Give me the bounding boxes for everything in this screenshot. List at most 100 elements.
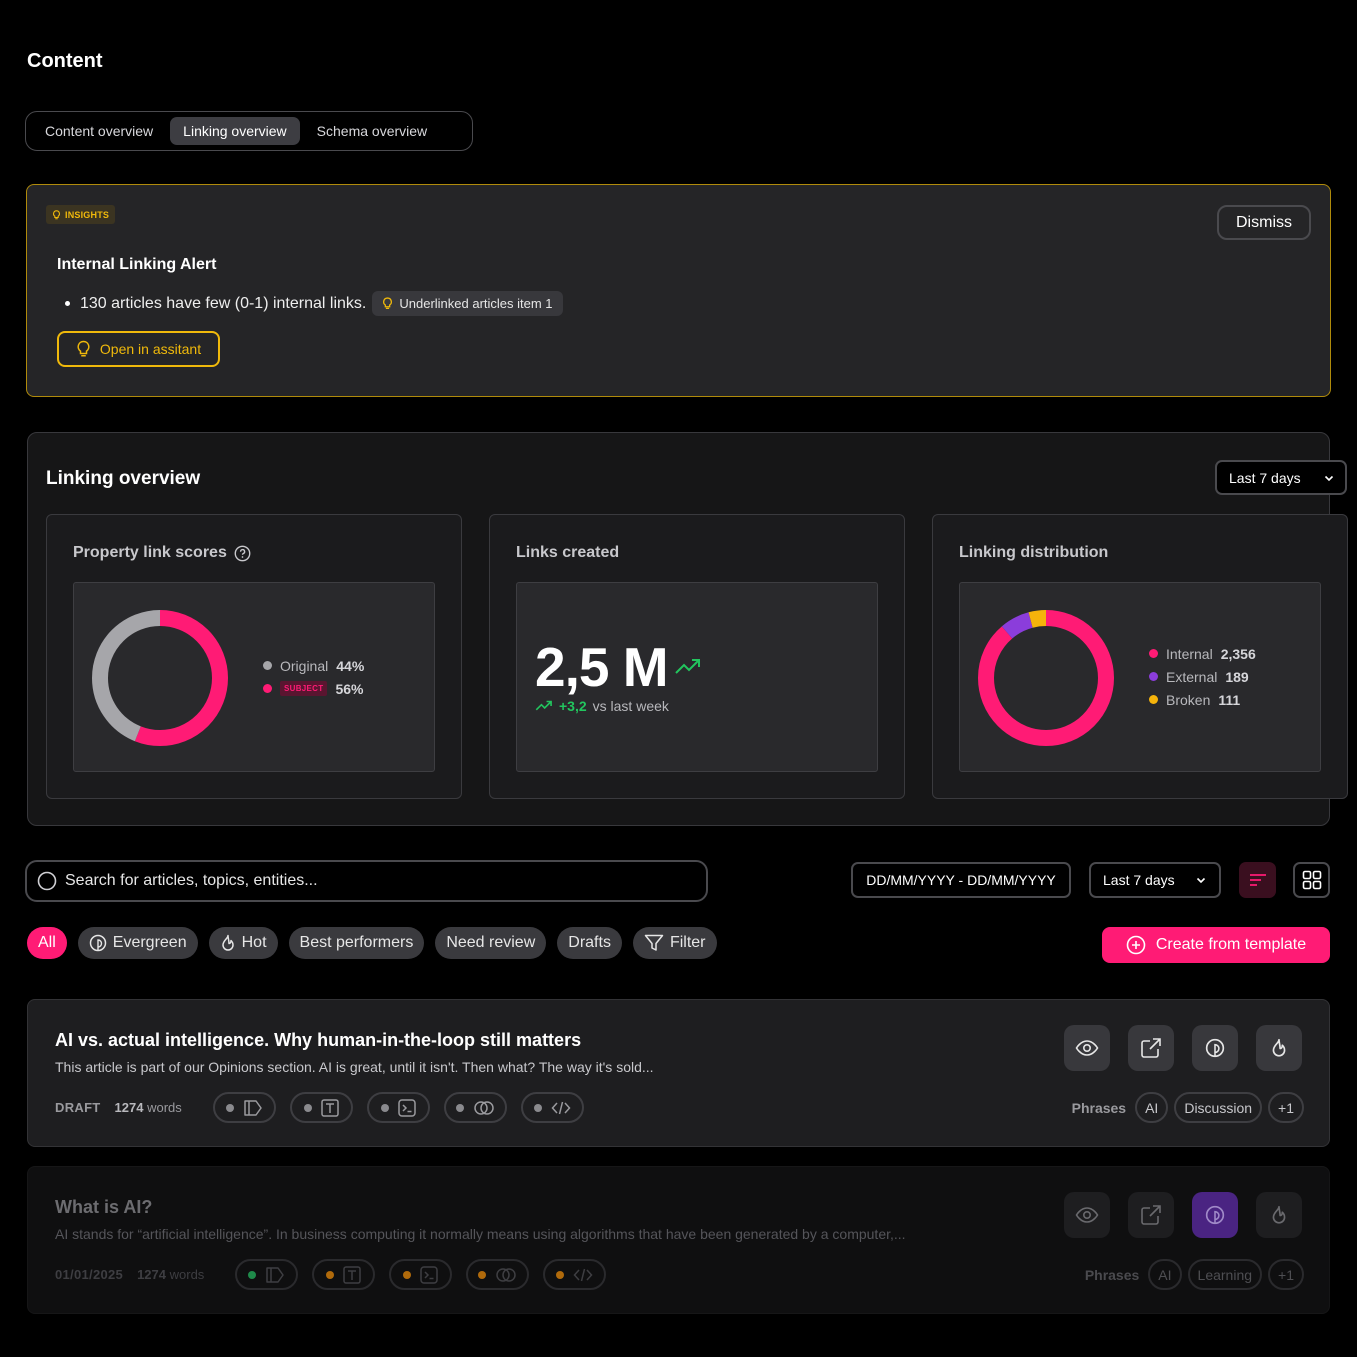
insight-alert: INSIGHTS Dismiss Internal Linking Alert … xyxy=(26,184,1331,397)
overview-range-value: Last 7 days xyxy=(1229,469,1301,486)
article-title[interactable]: AI vs. actual intelligence. Why human-in… xyxy=(55,1030,581,1051)
phrase-more-tag[interactable]: +1 xyxy=(1268,1259,1304,1290)
overview-range-select[interactable]: Last 7 days xyxy=(1215,460,1347,495)
word-count-label: words xyxy=(169,1267,205,1282)
date-range-picker[interactable]: DD/MM/YYYY - DD/MM/YYYY xyxy=(851,862,1071,898)
filter-hot[interactable]: Hot xyxy=(208,927,278,959)
dismiss-button[interactable]: Dismiss xyxy=(1217,205,1311,240)
grid-view-icon xyxy=(1302,870,1321,890)
search-icon xyxy=(37,871,57,891)
article-meta: DRAFT 1274 words xyxy=(55,1092,584,1123)
article-excerpt: AI stands for “artificial intelligence”.… xyxy=(55,1226,906,1242)
legend-dot xyxy=(263,684,272,693)
seo-check-pill[interactable] xyxy=(235,1259,299,1290)
status-dot xyxy=(248,1270,257,1279)
hot-toggle-button[interactable] xyxy=(1256,1025,1302,1071)
filter-best-performers[interactable]: Best performers xyxy=(288,927,425,959)
status-dot xyxy=(533,1103,542,1112)
tag-icon xyxy=(244,1099,262,1116)
filter-button[interactable]: Filter xyxy=(632,927,717,959)
links-created-delta: +3,2 vs last week xyxy=(535,698,669,714)
plus-circle-icon xyxy=(1126,935,1146,955)
lightbulb-icon xyxy=(383,297,393,310)
property-link-scores-card: Property link scores Original 44% SUBJEC… xyxy=(46,514,462,799)
distribution-legend: Internal 2,356 External 189 Broken 111 xyxy=(1149,642,1256,711)
hot-toggle-button[interactable] xyxy=(1256,1192,1302,1238)
linking-distribution-chart: Internal 2,356 External 189 Broken 111 xyxy=(959,582,1321,772)
filter-all[interactable]: All xyxy=(27,927,67,959)
open-in-assistant-button[interactable]: Open in assitant xyxy=(57,331,220,367)
status-dot xyxy=(478,1270,487,1279)
word-count-value: 1274 xyxy=(137,1267,166,1282)
code-check-pill[interactable] xyxy=(543,1259,607,1290)
phrase-tag[interactable]: Discussion xyxy=(1174,1092,1263,1123)
legend-item-broken: Broken 111 xyxy=(1149,688,1256,711)
open-external-button[interactable] xyxy=(1128,1192,1174,1238)
grid-view-button[interactable] xyxy=(1293,862,1330,898)
filter-drafts[interactable]: Drafts xyxy=(557,927,622,959)
external-link-icon xyxy=(1141,1205,1161,1225)
seo-check-pill[interactable] xyxy=(212,1092,276,1123)
list-range-select[interactable]: Last 7 days xyxy=(1089,862,1221,898)
legend-dot xyxy=(263,661,272,670)
linking-overview-title: Linking overview xyxy=(46,468,201,489)
text-check-pill[interactable] xyxy=(312,1259,376,1290)
filter-need-review[interactable]: Need review xyxy=(435,927,547,959)
article-title[interactable]: What is AI? xyxy=(55,1197,152,1218)
evergreen-toggle-button[interactable] xyxy=(1192,1192,1238,1238)
donut-segment xyxy=(978,610,1114,746)
list-view-button[interactable] xyxy=(1239,862,1276,898)
status-dot xyxy=(225,1103,234,1112)
trend-up-icon xyxy=(674,659,700,674)
text-check-pill[interactable] xyxy=(289,1092,353,1123)
links-check-pill[interactable] xyxy=(466,1259,530,1290)
status-dot xyxy=(303,1103,312,1112)
property-link-scores-chart: Original 44% SUBJECT 56% xyxy=(73,582,435,772)
leaf-icon xyxy=(1205,1205,1225,1225)
links-check-pill[interactable] xyxy=(443,1092,507,1123)
legend-value: 56% xyxy=(335,680,364,697)
underlinked-articles-chip[interactable]: Underlinked articles item 1 xyxy=(372,291,563,316)
delta-label: vs last week xyxy=(592,698,669,714)
evergreen-toggle-button[interactable] xyxy=(1192,1025,1238,1071)
link-icon xyxy=(496,1267,517,1282)
article-card[interactable]: What is AI? AI stands for “artificial in… xyxy=(27,1166,1330,1314)
tab-content-overview[interactable]: Content overview xyxy=(32,117,166,145)
filter-evergreen[interactable]: Evergreen xyxy=(77,927,198,959)
create-from-template-label: Create from template xyxy=(1155,936,1307,953)
terminal-check-pill[interactable] xyxy=(389,1259,453,1290)
filter-label: Need review xyxy=(446,934,536,951)
code-check-pill[interactable] xyxy=(520,1092,584,1123)
search-input[interactable]: Search for articles, topics, entities... xyxy=(25,860,708,902)
phrase-tag[interactable]: Learning xyxy=(1187,1259,1263,1290)
article-status: DRAFT xyxy=(55,1100,101,1115)
word-count-value: 1274 xyxy=(114,1100,144,1115)
filter-label: Filter xyxy=(669,934,706,951)
linking-overview-panel: Linking overview Last 7 days Property li… xyxy=(27,432,1348,826)
filter-label: Evergreen xyxy=(112,934,187,951)
phrase-tag[interactable]: AI xyxy=(1135,1092,1169,1123)
insight-bullet: 130 articles have few (0-1) internal lin… xyxy=(65,291,563,316)
terminal-icon xyxy=(398,1098,416,1117)
preview-button[interactable] xyxy=(1064,1192,1110,1238)
list-range-value: Last 7 days xyxy=(1103,872,1175,888)
open-external-button[interactable] xyxy=(1128,1025,1174,1071)
phrase-more-tag[interactable]: +1 xyxy=(1268,1092,1304,1123)
tab-schema-overview[interactable]: Schema overview xyxy=(304,117,441,145)
open-in-assistant-label: Open in assitant xyxy=(99,341,202,357)
distribution-donut xyxy=(978,610,1114,746)
text-icon xyxy=(343,1265,362,1284)
preview-button[interactable] xyxy=(1064,1025,1110,1071)
article-actions xyxy=(1064,1192,1302,1238)
create-from-template-button[interactable]: Create from template xyxy=(1102,927,1330,963)
legend-label: Broken xyxy=(1166,691,1211,708)
links-created-stat: 2,5 M +3,2 vs last week xyxy=(516,582,878,772)
filter-label: Hot xyxy=(241,934,267,951)
external-link-icon xyxy=(1141,1038,1161,1058)
phrase-tag[interactable]: AI xyxy=(1148,1259,1182,1290)
scores-legend: Original 44% SUBJECT 56% xyxy=(263,654,364,700)
help-icon[interactable] xyxy=(234,545,251,562)
article-card[interactable]: AI vs. actual intelligence. Why human-in… xyxy=(27,999,1330,1147)
tab-linking-overview[interactable]: Linking overview xyxy=(170,117,300,145)
terminal-check-pill[interactable] xyxy=(366,1092,430,1123)
